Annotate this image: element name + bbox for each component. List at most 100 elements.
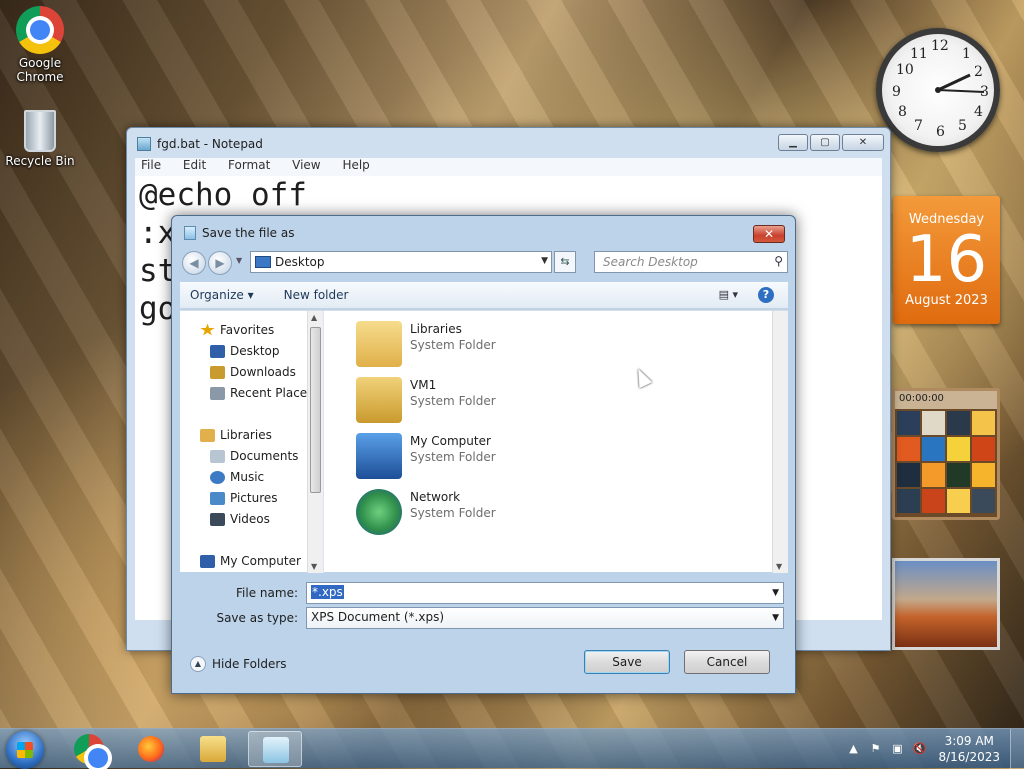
- navigation-pane: Favorites Desktop Downloads Recent Place…: [180, 311, 324, 573]
- menu-view[interactable]: View: [286, 158, 320, 172]
- item-type: System Folder: [410, 338, 496, 352]
- hide-folders-button[interactable]: ▲ Hide Folders: [190, 656, 287, 672]
- start-button[interactable]: [6, 731, 44, 769]
- save-as-type-select[interactable]: XPS Document (*.xps) ▼: [306, 607, 784, 629]
- dialog-titlebar[interactable]: Save the file as: [172, 216, 795, 250]
- taskbar-app-explorer[interactable]: [186, 731, 240, 767]
- puzzle-grid[interactable]: [895, 409, 997, 515]
- chevron-up-icon: ▲: [190, 656, 206, 672]
- notepad-titlebar[interactable]: fgd.bat - Notepad: [127, 128, 890, 160]
- text-line: @echo off: [139, 177, 307, 213]
- list-item-vm1[interactable]: VM1 System Folder: [356, 377, 496, 423]
- firefox-icon: [138, 736, 164, 762]
- music-icon: [210, 470, 225, 484]
- show-hidden-icons-icon[interactable]: ▲: [845, 741, 861, 757]
- navigation-pane-scrollbar[interactable]: ▲ ▼: [307, 311, 323, 573]
- nav-item-downloads[interactable]: Downloads: [210, 365, 296, 379]
- slideshow-gadget[interactable]: [892, 558, 1000, 650]
- chrome-icon: [16, 6, 64, 54]
- desktop-icon-label: Recycle Bin: [5, 154, 75, 168]
- volume-muted-icon[interactable]: 🔇: [911, 741, 927, 757]
- nav-item-music[interactable]: Music: [210, 470, 264, 484]
- nav-item-favorites[interactable]: Favorites: [200, 323, 274, 337]
- search-icon: ⚲: [774, 254, 783, 268]
- nav-item-pictures[interactable]: Pictures: [210, 491, 278, 505]
- videos-icon: [210, 512, 225, 526]
- address-text: Desktop: [275, 255, 325, 269]
- explorer-icon: [200, 736, 226, 762]
- taskbar-app-notepad[interactable]: [248, 731, 302, 767]
- recycle-bin-icon: [24, 110, 56, 152]
- back-button[interactable]: ◀: [182, 251, 206, 275]
- window-controls: ▁ ▢ ✕: [778, 134, 884, 151]
- maximize-button[interactable]: ▢: [810, 134, 840, 151]
- save-dialog[interactable]: Save the file as ✕ ◀ ▶ ▼ Desktop ▼ ⇆ Sea…: [171, 215, 796, 694]
- item-type: System Folder: [410, 450, 496, 464]
- desktop-icon: [210, 344, 225, 358]
- taskbar-app-chrome[interactable]: [62, 731, 116, 768]
- file-list-scrollbar[interactable]: ▼: [772, 311, 788, 573]
- search-input[interactable]: Search Desktop ⚲: [594, 251, 788, 273]
- file-list: Libraries System Folder VM1 System Folde…: [340, 311, 772, 572]
- nav-item-desktop[interactable]: Desktop: [210, 344, 280, 358]
- organize-button[interactable]: Organize ▾: [180, 288, 264, 302]
- search-placeholder: Search Desktop: [603, 255, 698, 269]
- desktop-icon-recycle-bin[interactable]: Recycle Bin: [2, 110, 78, 168]
- nav-item-documents[interactable]: Documents: [210, 449, 298, 463]
- close-button[interactable]: ✕: [842, 134, 884, 151]
- menu-edit[interactable]: Edit: [177, 158, 206, 172]
- scroll-down-icon[interactable]: ▼: [311, 562, 317, 571]
- show-desktop-button[interactable]: [1010, 729, 1024, 769]
- menu-file[interactable]: File: [135, 158, 161, 172]
- help-icon[interactable]: ?: [758, 287, 774, 303]
- nav-item-recent-places[interactable]: Recent Places: [210, 386, 313, 400]
- calendar-day: 16: [905, 223, 988, 297]
- change-view-button[interactable]: ▤ ▾: [719, 288, 738, 301]
- menu-help[interactable]: Help: [336, 158, 369, 172]
- item-type: System Folder: [410, 394, 496, 408]
- taskbar-app-firefox[interactable]: [124, 731, 178, 767]
- taskbar: ▲ ⚑ ▣ 🔇 3:09 AM 8/16/2023: [0, 728, 1024, 769]
- clock-gadget[interactable]: 12 1 2 3 4 5 6 7 8 9 10 11: [876, 28, 1000, 152]
- nav-item-my-computer[interactable]: My Computer: [200, 554, 301, 568]
- dialog-content: Favorites Desktop Downloads Recent Place…: [180, 310, 788, 573]
- scrollbar-thumb[interactable]: [310, 327, 321, 493]
- chevron-down-icon[interactable]: ▼: [772, 588, 779, 598]
- scroll-up-icon[interactable]: ▲: [311, 313, 317, 322]
- list-item-libraries[interactable]: Libraries System Folder: [356, 321, 496, 367]
- desktop-icon-google-chrome[interactable]: Google Chrome: [2, 6, 78, 84]
- minimize-button[interactable]: ▁: [778, 134, 808, 151]
- back-arrow-icon: ◀: [189, 256, 199, 270]
- cancel-button[interactable]: Cancel: [684, 650, 770, 674]
- nav-item-videos[interactable]: Videos: [210, 512, 270, 526]
- menu-format[interactable]: Format: [222, 158, 270, 172]
- nav-item-libraries[interactable]: Libraries: [200, 428, 272, 442]
- star-icon: [200, 323, 215, 336]
- dialog-close-button[interactable]: ✕: [753, 225, 785, 243]
- list-item-my-computer[interactable]: My Computer System Folder: [356, 433, 496, 479]
- recent-places-icon: [210, 386, 225, 400]
- recent-locations-chevron-icon[interactable]: ▼: [236, 256, 242, 265]
- taskbar-date: 8/16/2023: [938, 750, 1000, 764]
- refresh-button[interactable]: ⇆: [554, 251, 576, 273]
- picture-puzzle-gadget[interactable]: 00:00:00: [892, 388, 1000, 520]
- list-item-network[interactable]: Network System Folder: [356, 489, 496, 535]
- taskbar-clock[interactable]: 3:09 AM 8/16/2023: [930, 733, 1010, 765]
- network-tray-icon[interactable]: ▣: [889, 741, 905, 757]
- desktop-icon-label: Google Chrome: [16, 56, 64, 84]
- file-name-field[interactable]: *.xps ▼: [306, 582, 784, 604]
- calendar-gadget[interactable]: Wednesday 16 August 2023: [893, 196, 1000, 324]
- address-bar[interactable]: Desktop ▼: [250, 251, 552, 273]
- chevron-down-icon[interactable]: ▼: [541, 256, 548, 266]
- pictures-icon: [210, 491, 225, 505]
- save-button[interactable]: Save: [584, 650, 670, 674]
- notepad-menubar: File Edit Format View Help: [135, 158, 882, 176]
- action-center-icon[interactable]: ⚑: [867, 741, 883, 757]
- scroll-down-icon[interactable]: ▼: [776, 562, 782, 571]
- nav-item-label: Videos: [230, 512, 270, 526]
- chevron-down-icon[interactable]: ▼: [772, 613, 779, 623]
- chrome-icon: [74, 734, 108, 768]
- new-folder-button[interactable]: New folder: [274, 288, 359, 302]
- notepad-icon: [263, 737, 289, 763]
- forward-button[interactable]: ▶: [208, 251, 232, 275]
